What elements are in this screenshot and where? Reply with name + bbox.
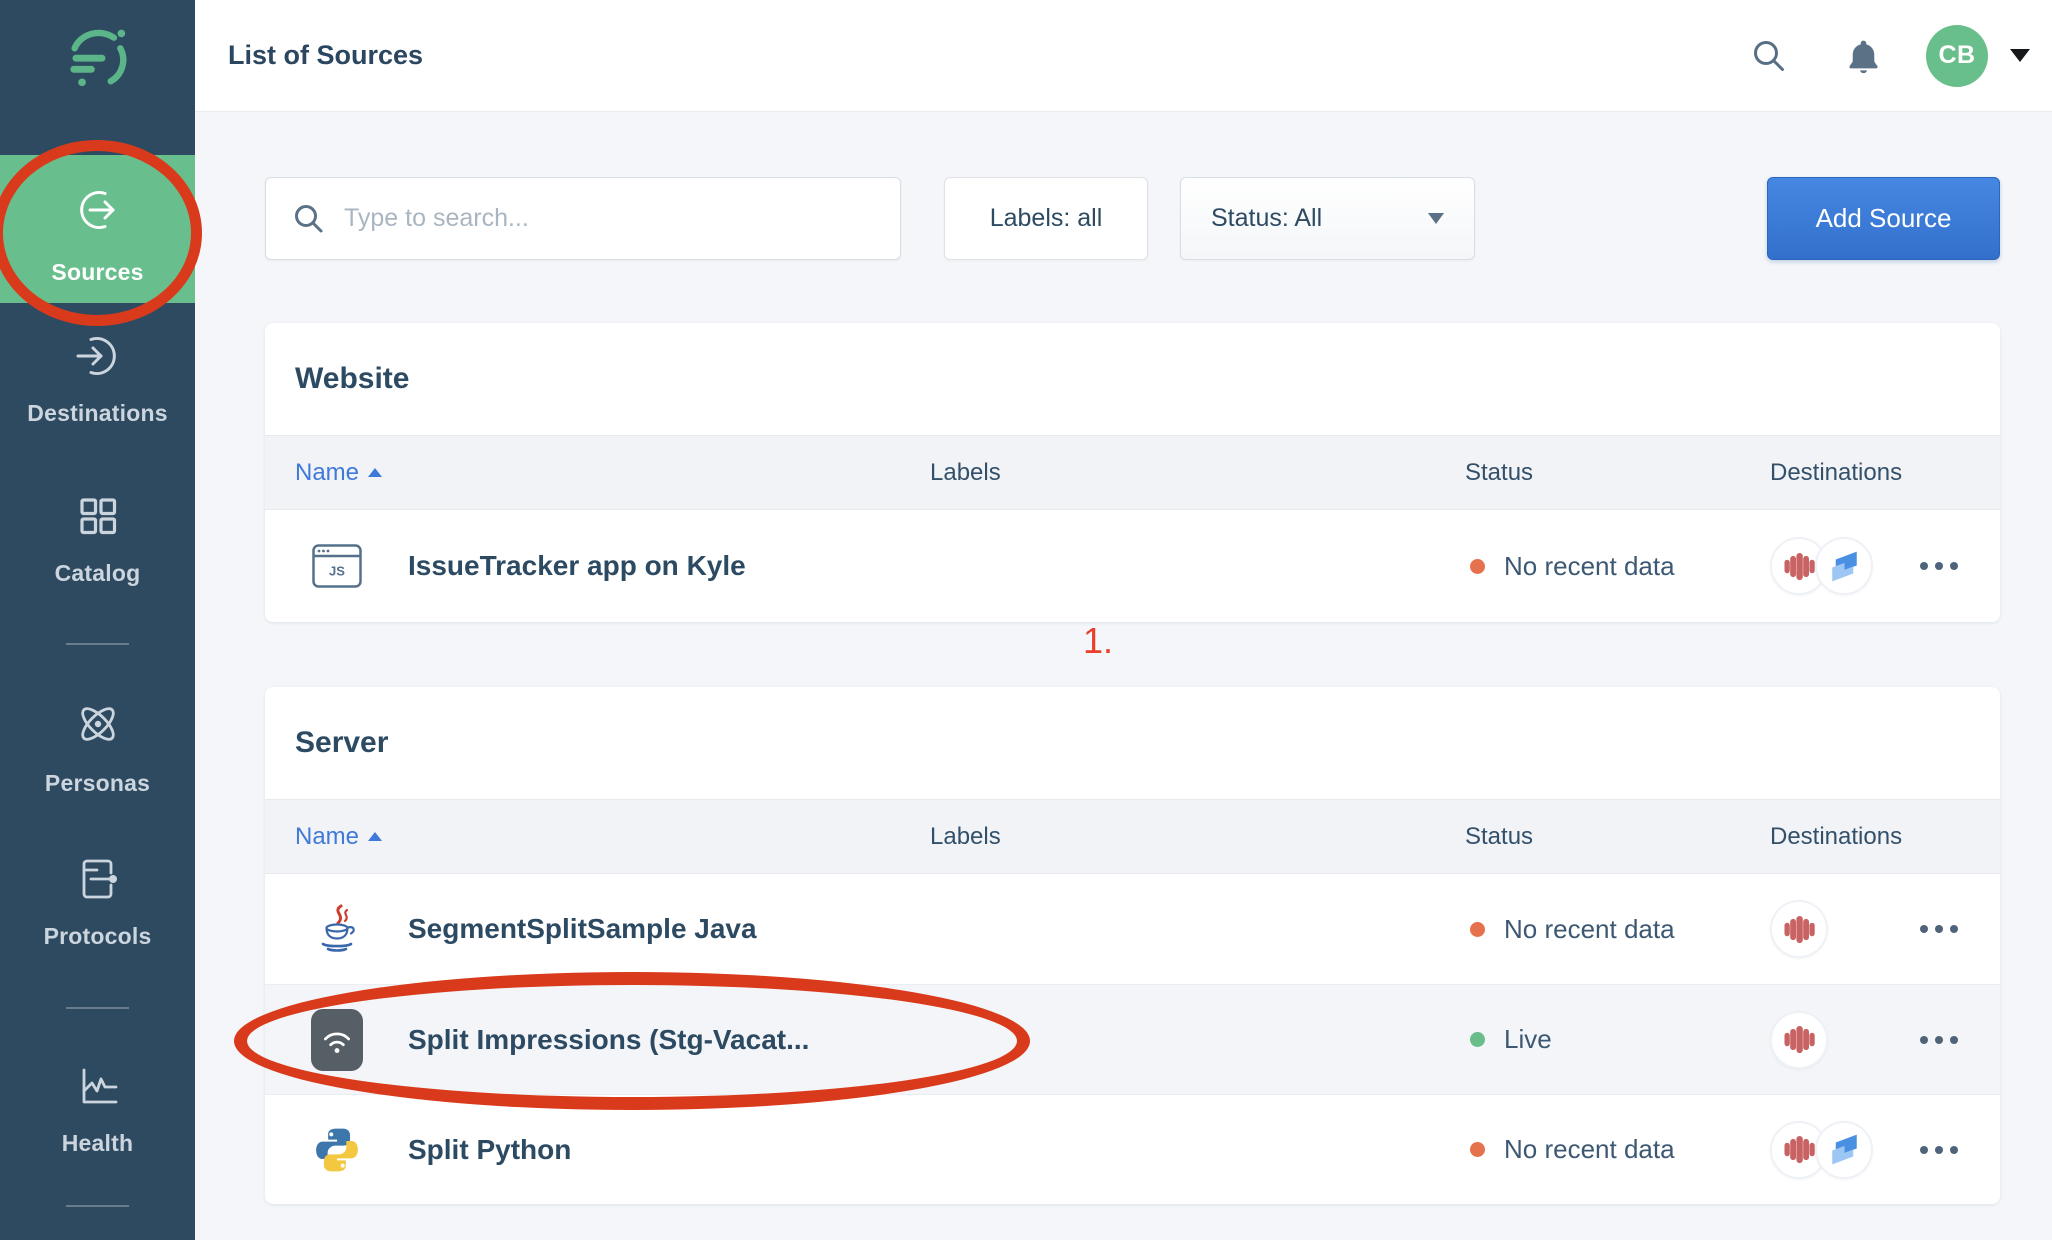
column-header-labels: Labels <box>930 459 1465 487</box>
search-input[interactable] <box>265 177 901 260</box>
table-row[interactable]: SegmentSplitSample Java No recent data <box>265 874 2000 984</box>
column-header-status: Status <box>1465 823 1770 851</box>
top-bar: List of Sources CB <box>195 0 2052 112</box>
python-source-icon <box>310 1126 364 1174</box>
svg-text:JS: JS <box>329 564 345 579</box>
sidebar-item-label: Catalog <box>0 560 195 587</box>
status-cell: Live <box>1465 1024 1770 1055</box>
sources-icon <box>0 186 195 239</box>
personas-atom-icon <box>0 698 195 755</box>
source-name: Split Impressions (Stg-Vacat... <box>408 1024 809 1056</box>
table-header-row: Name Labels Status Destinations <box>265 799 2000 874</box>
sort-ascending-icon <box>368 832 382 841</box>
section-title: Server <box>265 687 2000 799</box>
sidebar-divider <box>66 1205 129 1207</box>
labels-filter-button[interactable]: Labels: all <box>944 177 1148 260</box>
sidebar-item-protocols[interactable]: Protocols <box>0 855 195 950</box>
status-filter-value: Status: All <box>1211 204 1322 233</box>
java-source-icon <box>310 904 364 954</box>
table-row[interactable]: Split Impressions (Stg-Vacat... Live <box>265 984 2000 1094</box>
table-row[interactable]: JS IssueTracker app on Kyle No recent da… <box>265 510 2000 622</box>
sidebar-item-health[interactable]: Health <box>0 1062 195 1157</box>
column-header-name[interactable]: Name <box>265 459 930 487</box>
dropdown-caret-icon <box>1428 213 1444 224</box>
sidebar-item-personas[interactable]: Personas <box>0 698 195 797</box>
status-dot-icon <box>1470 559 1485 574</box>
table-header-row: Name Labels Status Destinations <box>265 435 2000 510</box>
section-title: Website <box>265 323 2000 435</box>
segment-logo-icon <box>0 26 195 99</box>
search-icon[interactable] <box>1751 38 1787 74</box>
sidebar-item-label: Protocols <box>0 923 195 950</box>
status-filter-dropdown[interactable]: Status: All <box>1180 177 1475 260</box>
row-actions-ellipsis-button[interactable] <box>1920 552 1958 580</box>
status-cell: No recent data <box>1465 1134 1770 1165</box>
column-header-labels: Labels <box>930 823 1465 851</box>
split-destination-icon[interactable] <box>1815 1121 1873 1179</box>
protocols-icon <box>0 855 195 908</box>
status-cell: No recent data <box>1465 551 1770 582</box>
page-title: List of Sources <box>228 40 423 71</box>
notifications-bell-icon[interactable] <box>1845 37 1882 74</box>
destinations-icon <box>0 332 195 385</box>
sidebar-divider <box>66 1007 129 1009</box>
destinations-cell <box>1770 900 2000 958</box>
wifi-tile-icon <box>311 1009 363 1071</box>
filter-row: Labels: all Status: All Add Source <box>265 177 2000 260</box>
destinations-cell <box>1770 1121 2000 1179</box>
column-header-destinations: Destinations <box>1770 823 2000 851</box>
sidebar-item-label: Destinations <box>0 400 195 427</box>
table-row[interactable]: Split Python No recent data <box>265 1094 2000 1204</box>
wifi-source-icon <box>310 1009 364 1071</box>
sidebar-item-label: Personas <box>0 770 195 797</box>
search-input-icon <box>293 203 324 239</box>
row-actions-ellipsis-button[interactable] <box>1920 1136 1958 1164</box>
sidebar-item-label: Sources <box>0 259 195 286</box>
redshift-destination-icon[interactable] <box>1770 900 1828 958</box>
sidebar-item-catalog[interactable]: Catalog <box>0 492 195 587</box>
sidebar-divider <box>66 643 129 645</box>
sidebar-item-label: Health <box>0 1130 195 1157</box>
server-sources-card: Server Name Labels Status Destinations S… <box>265 687 2000 1204</box>
source-name: SegmentSplitSample Java <box>408 913 757 945</box>
website-sources-card: Website Name Labels Status Destinations … <box>265 323 2000 622</box>
account-menu-caret-icon[interactable] <box>2010 49 2030 62</box>
status-text: No recent data <box>1504 551 1675 582</box>
column-header-destinations: Destinations <box>1770 459 2000 487</box>
row-actions-ellipsis-button[interactable] <box>1920 1026 1958 1054</box>
status-text: No recent data <box>1504 914 1675 945</box>
destinations-cell <box>1770 1011 2000 1069</box>
column-header-name[interactable]: Name <box>265 823 930 851</box>
source-name: IssueTracker app on Kyle <box>408 550 746 582</box>
avatar[interactable]: CB <box>1926 25 1988 87</box>
sidebar-item-sources[interactable]: Sources <box>0 155 195 303</box>
status-cell: No recent data <box>1465 914 1770 945</box>
sidebar: Sources Destinations Catalog <box>0 0 195 1240</box>
status-dot-icon <box>1470 1142 1485 1157</box>
sidebar-item-destinations[interactable]: Destinations <box>0 332 195 427</box>
destinations-cell <box>1770 537 2000 595</box>
javascript-source-icon: JS <box>310 544 364 588</box>
catalog-grid-icon <box>0 492 195 545</box>
sort-ascending-icon <box>368 468 382 477</box>
add-source-button[interactable]: Add Source <box>1767 177 2000 260</box>
status-text: No recent data <box>1504 1134 1675 1165</box>
status-dot-icon <box>1470 922 1485 937</box>
source-name: Split Python <box>408 1134 571 1166</box>
split-destination-icon[interactable] <box>1815 537 1873 595</box>
column-header-status: Status <box>1465 459 1770 487</box>
status-text: Live <box>1504 1024 1552 1055</box>
health-chart-icon <box>0 1062 195 1115</box>
redshift-destination-icon[interactable] <box>1770 1011 1828 1069</box>
row-actions-ellipsis-button[interactable] <box>1920 915 1958 943</box>
status-dot-icon <box>1470 1032 1485 1047</box>
